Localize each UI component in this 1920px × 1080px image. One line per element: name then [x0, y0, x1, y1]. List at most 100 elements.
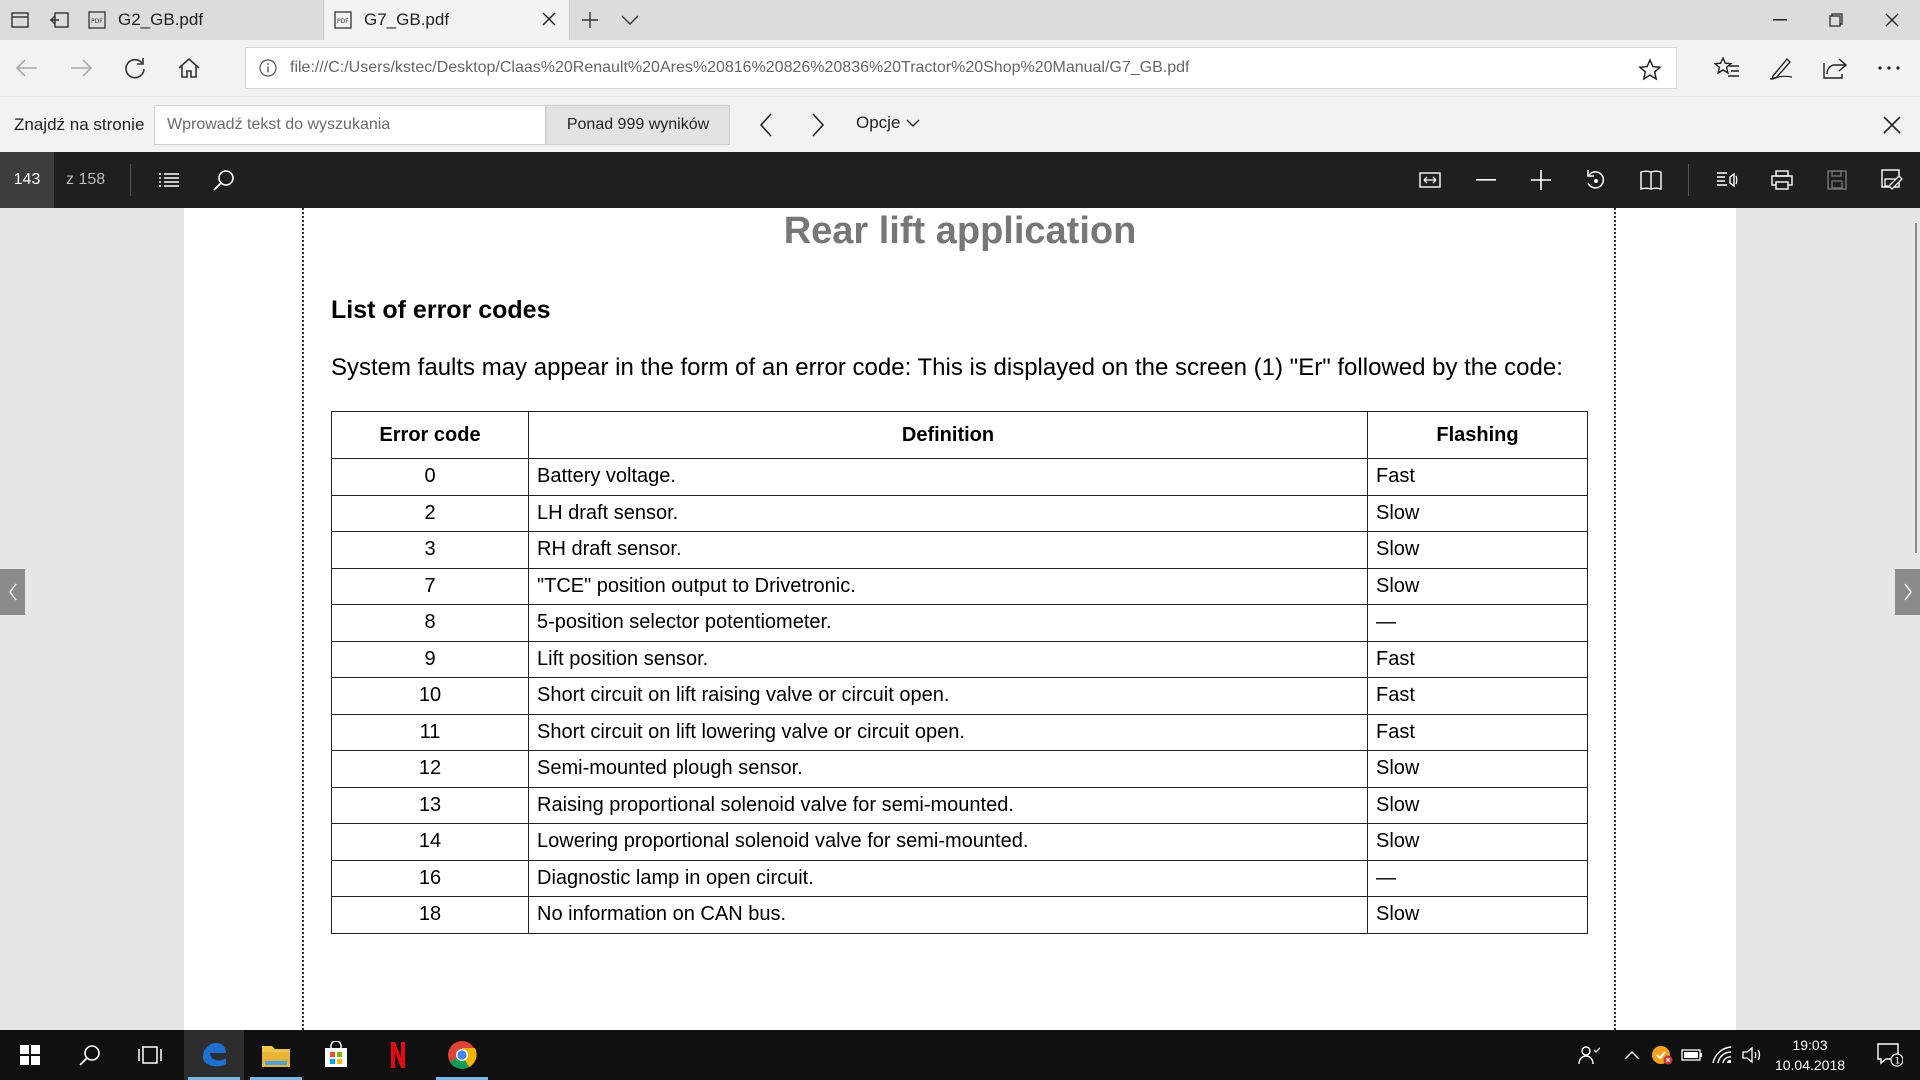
tab-list-chevron-icon[interactable]: [610, 0, 650, 40]
favorites-hub-icon[interactable]: [1700, 40, 1754, 96]
taskbar-search-icon[interactable]: [60, 1030, 120, 1080]
chevron-down-icon: [906, 119, 920, 127]
tab-g2[interactable]: PDF G2_GB.pdf: [78, 0, 324, 40]
error-code-cell: 16: [331, 859, 529, 897]
people-icon[interactable]: [1572, 1030, 1606, 1080]
flashing-cell: Slow: [1367, 567, 1588, 605]
action-center-icon[interactable]: 1: [1866, 1030, 1914, 1080]
flashing-cell: Slow: [1367, 531, 1588, 569]
page-border-right: [1614, 208, 1616, 1030]
previous-page-arrow[interactable]: [0, 569, 25, 615]
find-input[interactable]: [154, 105, 546, 145]
zoom-out-icon[interactable]: [1459, 152, 1513, 208]
find-on-page-bar: Znajdź na stronie Ponad 999 wyników Opcj…: [0, 96, 1920, 152]
url-text: file:///C:/Users/kstec/Desktop/Claas%20R…: [290, 59, 1190, 76]
table-row: 16 Diagnostic lamp in open circuit. —: [331, 859, 1588, 897]
info-icon[interactable]: [246, 59, 290, 77]
chrome-icon[interactable]: [432, 1030, 492, 1080]
new-tab-button[interactable]: [570, 0, 610, 40]
taskbar-clock[interactable]: 19:03 10.04.2018: [1760, 1035, 1860, 1075]
tab-title: G7_GB.pdf: [364, 10, 450, 29]
flashing-cell: —: [1367, 859, 1588, 897]
column-header-error-code: Error code: [331, 411, 529, 459]
error-code-table: Error code Definition Flashing 0 Battery …: [331, 411, 1588, 934]
clock-time: 19:03: [1792, 1037, 1828, 1053]
definition-cell: No information on CAN bus.: [528, 896, 1368, 934]
netflix-icon[interactable]: [368, 1030, 428, 1080]
svg-text:PDF: PDF: [91, 18, 103, 25]
error-code-cell: 18: [331, 896, 529, 934]
show-hidden-icons-chevron-icon[interactable]: [1618, 1030, 1646, 1080]
find-label: Znajdź na stronie: [14, 115, 145, 134]
tab-preview-icon[interactable]: [0, 0, 39, 40]
set-aside-tabs-icon[interactable]: [39, 0, 78, 40]
edge-browser-icon[interactable]: [184, 1030, 244, 1080]
flashing-cell: Fast: [1367, 677, 1588, 715]
save-as-icon[interactable]: [1865, 152, 1919, 208]
table-row: 3 RH draft sensor. Slow: [331, 531, 1588, 569]
rotate-icon[interactable]: [1569, 152, 1623, 208]
windows-start-icon[interactable]: [0, 1030, 60, 1080]
error-code-cell: 13: [331, 786, 529, 824]
home-button[interactable]: [162, 40, 216, 96]
pdf-viewer[interactable]: Rear lift application List of error code…: [0, 208, 1920, 1030]
zoom-in-icon[interactable]: [1514, 152, 1568, 208]
pdf-page: Rear lift application List of error code…: [184, 208, 1736, 1030]
wifi-icon[interactable]: [1708, 1030, 1736, 1080]
favorite-star-icon[interactable]: [1638, 58, 1662, 82]
error-code-cell: 11: [331, 713, 529, 751]
web-note-pen-icon[interactable]: [1754, 40, 1808, 96]
find-options-dropdown[interactable]: Opcje: [856, 113, 920, 133]
read-aloud-icon[interactable]: [1700, 152, 1754, 208]
save-icon[interactable]: [1810, 152, 1864, 208]
pdf-icon: PDF: [88, 11, 106, 29]
print-icon[interactable]: [1755, 152, 1809, 208]
find-options-label: Opcje: [856, 113, 901, 132]
store-icon[interactable]: [306, 1030, 366, 1080]
forward-button[interactable]: [54, 40, 108, 96]
back-button[interactable]: [0, 40, 54, 96]
definition-cell: Battery voltage.: [528, 458, 1368, 496]
page-number-input[interactable]: 143: [0, 152, 54, 208]
flashing-cell: Slow: [1367, 896, 1588, 934]
security-alert-icon[interactable]: [1648, 1030, 1676, 1080]
task-view-icon[interactable]: [120, 1030, 180, 1080]
flashing-cell: Slow: [1367, 786, 1588, 824]
battery-icon[interactable]: [1678, 1030, 1706, 1080]
table-row: 7 "TCE" position output to Drivetronic. Sl…: [331, 567, 1588, 605]
definition-cell: 5-position selector potentiometer.: [528, 604, 1368, 642]
table-of-contents-icon[interactable]: [142, 152, 196, 208]
table-row: 9 Lift position sensor. Fast: [331, 640, 1588, 678]
error-code-cell: 12: [331, 750, 529, 788]
page-layout-icon[interactable]: [1624, 152, 1678, 208]
table-row: 18 No information on CAN bus. Slow: [331, 896, 1588, 934]
definition-cell: Diagnostic lamp in open circuit.: [528, 859, 1368, 897]
navigation-bar: file:///C:/Users/kstec/Desktop/Claas%20R…: [0, 40, 1920, 96]
fit-to-width-icon[interactable]: [1403, 152, 1457, 208]
toolbar-divider: [1688, 164, 1689, 196]
tab-bar: PDF G2_GB.pdf PDF G7_GB.pdf: [0, 0, 1920, 40]
table-row: 2 LH draft sensor. Slow: [331, 494, 1588, 532]
table-row: 11 Short circuit on lift lowering valve o…: [331, 713, 1588, 751]
more-options-icon[interactable]: [1862, 40, 1916, 96]
find-previous-button[interactable]: [748, 107, 784, 143]
tab-g7[interactable]: PDF G7_GB.pdf: [324, 0, 570, 40]
close-tab-icon[interactable]: [541, 11, 557, 27]
definition-cell: RH draft sensor.: [528, 531, 1368, 569]
document-title: Rear lift application: [783, 210, 1137, 252]
flashing-cell: Fast: [1367, 458, 1588, 496]
minimize-button[interactable]: [1752, 0, 1808, 40]
address-bar[interactable]: file:///C:/Users/kstec/Desktop/Claas%20R…: [245, 47, 1677, 89]
close-find-bar-button[interactable]: [1874, 107, 1910, 143]
error-code-cell: 0: [331, 458, 529, 496]
find-next-button[interactable]: [800, 107, 836, 143]
share-icon[interactable]: [1808, 40, 1862, 96]
search-icon[interactable]: [197, 152, 251, 208]
file-explorer-icon[interactable]: [246, 1030, 306, 1080]
close-window-button[interactable]: [1864, 0, 1920, 40]
pdf-icon: PDF: [334, 11, 352, 29]
vertical-scrollbar[interactable]: [1915, 223, 1917, 553]
refresh-button[interactable]: [108, 40, 162, 96]
next-page-arrow[interactable]: [1895, 569, 1920, 615]
restore-button[interactable]: [1808, 0, 1864, 40]
